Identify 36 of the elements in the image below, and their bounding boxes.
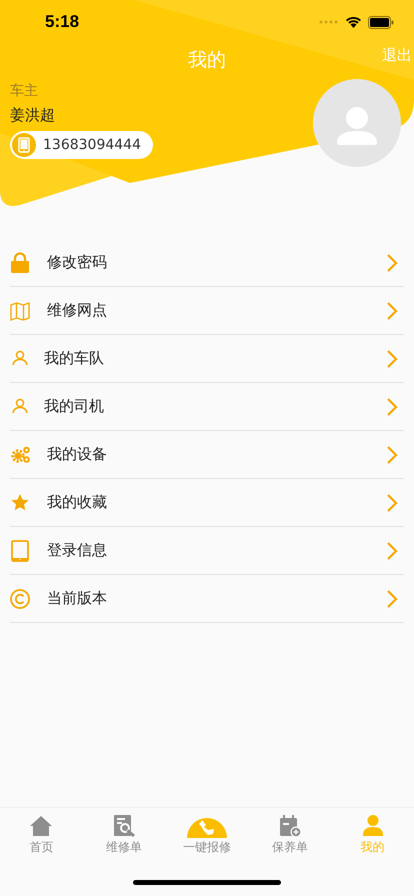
chevron-icon	[386, 396, 398, 416]
chevron-icon	[386, 444, 398, 464]
phone-icon	[12, 133, 36, 157]
signal-icon	[319, 20, 339, 24]
home-icon	[29, 814, 54, 838]
gears-icon	[10, 444, 30, 466]
chevron-icon	[386, 252, 398, 272]
menu-item[interactable]: 我的收藏	[10, 479, 404, 527]
chevron-icon	[386, 300, 398, 320]
person-icon	[360, 814, 385, 838]
menu-item[interactable]: 我的司机	[10, 383, 404, 431]
chevron-icon	[386, 540, 398, 560]
menu-item[interactable]: 维修网点	[10, 287, 404, 335]
chevron-icon	[386, 348, 398, 368]
chevron-icon	[386, 492, 398, 512]
map-icon	[10, 300, 30, 322]
wifi-icon	[345, 16, 362, 28]
lock-icon	[10, 252, 30, 274]
star-icon	[10, 492, 30, 514]
phone-badge: 13683094444	[10, 131, 153, 159]
avatar-icon	[313, 79, 401, 167]
page-title: 我的	[188, 48, 226, 73]
menu-item[interactable]: 登录信息	[10, 527, 404, 575]
calendar-plus-icon	[278, 814, 302, 838]
chevron-icon	[386, 588, 398, 608]
menu-item[interactable]: 修改密码	[10, 239, 404, 287]
user-role: 车主	[10, 82, 38, 101]
menu-item[interactable]: 我的车队	[10, 335, 404, 383]
menu-item[interactable]: 当前版本	[10, 575, 404, 623]
copyright-icon	[10, 588, 30, 610]
user-name: 姜洪超	[10, 105, 55, 126]
battery-icon	[368, 16, 394, 28]
menu-item[interactable]: 我的设备	[10, 431, 404, 479]
status-time: 5:18	[45, 12, 80, 32]
tablet-icon	[10, 540, 30, 562]
document-wrench-icon	[112, 814, 136, 838]
